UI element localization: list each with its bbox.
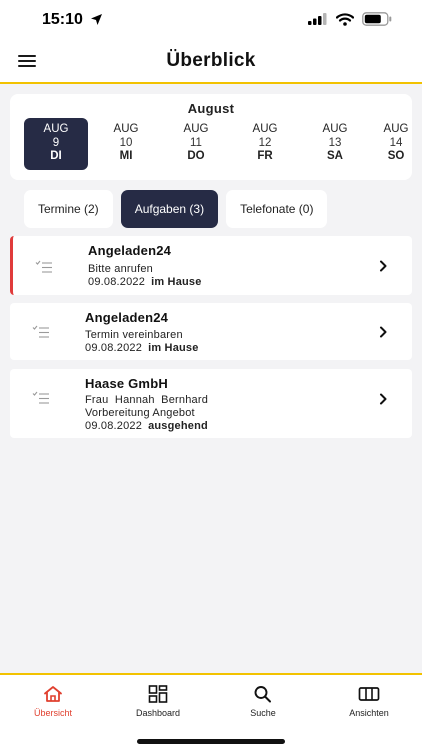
dashboard-icon — [148, 685, 168, 703]
month-label: August — [187, 101, 235, 116]
views-icon — [358, 687, 380, 701]
day-number: 10 — [119, 137, 133, 149]
task-item[interactable]: Haase GmbH Frau Hannah Bernhard Vorberei… — [10, 369, 412, 438]
day-weekday: MI — [119, 150, 133, 162]
day-month: AUG — [113, 123, 139, 135]
day-item-14[interactable]: AUG 14 SO — [364, 118, 412, 170]
wifi-icon — [336, 12, 354, 26]
status-bar: 15:10 — [0, 0, 422, 40]
day-item-11[interactable]: AUG 11 DO — [164, 118, 228, 170]
task-title: Haase GmbH — [85, 376, 168, 391]
day-month: AUG — [383, 123, 409, 135]
nav-dashboard[interactable]: Dashboard — [118, 685, 198, 718]
task-date: 09.08.2022 — [85, 420, 143, 432]
checklist-icon — [32, 391, 49, 404]
task-direction: ausgehend — [148, 420, 208, 432]
search-icon — [254, 686, 271, 703]
day-number: 12 — [258, 137, 272, 149]
chevron-right-icon — [380, 326, 387, 338]
day-month: AUG — [183, 123, 209, 135]
checklist-icon — [35, 260, 52, 273]
chevron-right-icon — [380, 393, 387, 405]
nav-label: Dashboard — [135, 708, 181, 718]
task-subject: Vorbereitung Angebot — [85, 407, 195, 419]
day-weekday: FR — [257, 150, 273, 162]
home-indicator — [137, 739, 285, 744]
task-date: 09.08.2022 — [85, 342, 143, 354]
nav-label: Übersicht — [33, 708, 72, 718]
task-title: Angeladen24 — [85, 310, 169, 325]
tab-telefonate[interactable]: Telefonate (0) — [226, 190, 328, 228]
task-contact: Frau Hannah Bernhard — [85, 394, 209, 406]
home-icon — [44, 686, 62, 702]
nav-label: Suche — [250, 708, 276, 718]
day-month: AUG — [322, 123, 348, 135]
task-meta: 09.08.2022 ausgehend — [85, 420, 208, 432]
date-strip: August AUG 9 DI AUG 10 MI AUG 11 DO AUG … — [10, 94, 412, 180]
day-item-10[interactable]: AUG 10 MI — [94, 118, 158, 170]
chevron-right-icon — [380, 260, 387, 272]
status-time: 15:10 — [42, 11, 83, 28]
tab-termine[interactable]: Termine (2) — [24, 190, 113, 228]
tab-aufgaben[interactable]: Aufgaben (3) — [120, 190, 219, 228]
day-item-13[interactable]: AUG 13 SA — [303, 118, 367, 170]
day-month: AUG — [43, 123, 69, 135]
task-direction: im Hause — [151, 276, 202, 288]
day-month: AUG — [252, 123, 278, 135]
task-date: 09.08.2022 — [88, 276, 146, 288]
day-weekday: SA — [327, 150, 343, 162]
task-item[interactable]: Angeladen24 Termin vereinbaren 09.08.202… — [10, 303, 412, 360]
day-item-12[interactable]: AUG 12 FR — [233, 118, 297, 170]
task-subject: Termin vereinbaren — [85, 329, 183, 341]
day-number: 13 — [328, 137, 342, 149]
nav-label: Ansichten — [349, 708, 389, 718]
day-number: 14 — [389, 137, 403, 149]
status-icons — [308, 12, 392, 26]
day-item-9[interactable]: AUG 9 DI — [24, 118, 88, 170]
nav-ansichten[interactable]: Ansichten — [329, 685, 409, 718]
day-number: 11 — [190, 137, 202, 149]
day-weekday: DI — [50, 150, 62, 162]
task-item[interactable]: Angeladen24 Bitte anrufen 09.08.2022 im H… — [10, 236, 412, 295]
task-meta: 09.08.2022 im Hause — [88, 276, 202, 288]
location-arrow-icon — [91, 14, 102, 25]
task-meta: 09.08.2022 im Hause — [85, 342, 199, 354]
signal-icon — [308, 13, 327, 25]
day-number: 9 — [52, 137, 60, 149]
day-weekday: SO — [387, 150, 405, 162]
nav-uebersicht[interactable]: Übersicht — [13, 685, 93, 718]
task-title: Angeladen24 — [88, 243, 172, 258]
nav-suche[interactable]: Suche — [223, 685, 303, 718]
app-header: Überblick — [0, 40, 422, 84]
task-subject: Bitte anrufen — [88, 263, 153, 275]
category-tabs: Termine (2) Aufgaben (3) Telefonate (0) — [24, 190, 328, 228]
task-direction: im Hause — [148, 342, 199, 354]
page-title: Überblick — [166, 50, 256, 71]
checklist-icon — [32, 325, 49, 338]
battery-icon — [362, 12, 392, 26]
day-weekday: DO — [187, 150, 205, 162]
